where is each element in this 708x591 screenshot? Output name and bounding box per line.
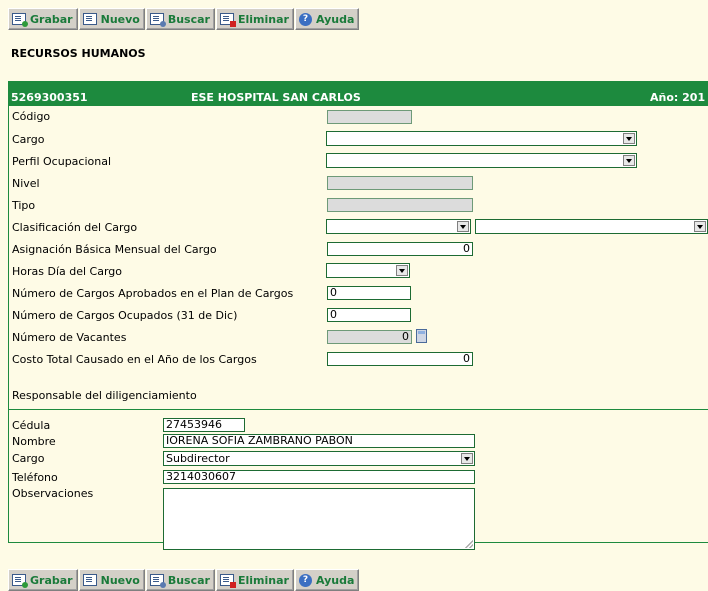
new-button-label: Nuevo [100, 573, 140, 587]
nivel-field[interactable] [327, 176, 473, 190]
codigo-field[interactable] [327, 110, 412, 124]
chevron-down-icon [623, 155, 635, 166]
new-icon [82, 13, 97, 25]
save-icon [12, 574, 28, 588]
horas-select[interactable] [326, 263, 410, 278]
chevron-down-icon [396, 265, 408, 276]
delete-icon [219, 574, 236, 588]
horas-label: Horas Día del Cargo [12, 265, 123, 278]
year-label: Año: 201 [650, 91, 706, 104]
new-icon [82, 574, 97, 586]
search-button-label: Buscar [167, 573, 210, 587]
cargo-label: Cargo [12, 133, 45, 146]
entity-name: ESE HOSPITAL SAN CARLOS [191, 91, 361, 104]
save-icon [12, 13, 28, 27]
calculator-icon[interactable] [416, 329, 427, 343]
cedula-field[interactable]: 27453946 [163, 418, 245, 432]
telefono-label: Teléfono [12, 471, 58, 484]
clasificacion-select-2[interactable] [475, 219, 708, 234]
help-button-label: Ayuda [315, 12, 355, 26]
cargo-select[interactable] [326, 131, 637, 146]
top-toolbar: Grabar Nuevo Buscar Eliminar ? Ayuda [8, 8, 360, 30]
clasificacion-label: Clasificación del Cargo [12, 221, 138, 234]
save-button-label: Grabar [30, 12, 73, 26]
nivel-label: Nivel [12, 177, 40, 190]
search-button-label: Buscar [167, 12, 210, 26]
vacantes-label: Número de Vacantes [12, 331, 127, 344]
delete-button-label: Eliminar [237, 573, 289, 587]
section-divider [8, 409, 708, 410]
help-button-label: Ayuda [315, 573, 355, 587]
costo-field[interactable]: 0 [327, 352, 473, 366]
cargo-responsable-label: Cargo [12, 452, 45, 465]
page-title: RECURSOS HUMANOS [11, 47, 146, 60]
new-button-label: Nuevo [100, 12, 140, 26]
cargo-responsable-select[interactable]: Subdirector [163, 451, 475, 466]
entity-code: 5269300351 [11, 91, 88, 104]
resize-grip-icon[interactable] [465, 540, 473, 548]
save-button[interactable]: Grabar [8, 8, 78, 30]
asignacion-label: Asignación Básica Mensual del Cargo [12, 243, 217, 256]
search-button[interactable]: Buscar [145, 8, 215, 30]
cedula-label: Cédula [12, 419, 51, 432]
chevron-down-icon [623, 133, 635, 144]
new-button[interactable]: Nuevo [78, 8, 145, 30]
observaciones-label: Observaciones [12, 487, 94, 500]
help-button[interactable]: ? Ayuda [294, 8, 360, 30]
cargo-responsable-value: Subdirector [166, 452, 230, 465]
clasificacion-select-1[interactable] [326, 219, 471, 234]
save-button-label: Grabar [30, 573, 73, 587]
responsable-section-label: Responsable del diligenciamiento [12, 389, 197, 402]
help-icon: ? [298, 12, 312, 26]
vacantes-field[interactable]: 0 [327, 330, 412, 344]
search-icon [149, 574, 166, 588]
chevron-down-icon [694, 221, 706, 232]
codigo-label: Código [12, 110, 51, 123]
observaciones-textarea[interactable] [163, 488, 475, 550]
costo-label: Costo Total Causado en el Año de los Car… [12, 353, 257, 366]
ocupados-field[interactable]: 0 [327, 308, 411, 322]
delete-icon [219, 13, 236, 27]
nombre-field[interactable]: IORENA SOFIA ZAMBRANO PABON [163, 434, 475, 448]
help-icon: ? [298, 573, 312, 587]
tipo-label: Tipo [12, 199, 36, 212]
asignacion-field[interactable]: 0 [327, 242, 473, 256]
nombre-label: Nombre [12, 435, 56, 448]
entity-header: 5269300351 ESE HOSPITAL SAN CARLOS Año: … [8, 88, 708, 106]
delete-button[interactable]: Eliminar [215, 8, 294, 30]
aprobados-field[interactable]: 0 [327, 286, 411, 300]
perfil-select[interactable] [326, 153, 637, 168]
tipo-field[interactable] [327, 198, 473, 212]
aprobados-label: Número de Cargos Aprobados en el Plan de… [12, 287, 294, 300]
search-icon [149, 13, 166, 27]
perfil-label: Perfil Ocupacional [12, 155, 112, 168]
delete-button-label: Eliminar [237, 12, 289, 26]
ocupados-label: Número de Cargos Ocupados (31 de Dic) [12, 309, 238, 322]
telefono-field[interactable]: 3214030607 [163, 470, 475, 484]
chevron-down-icon [461, 453, 473, 464]
chevron-down-icon [457, 221, 469, 232]
